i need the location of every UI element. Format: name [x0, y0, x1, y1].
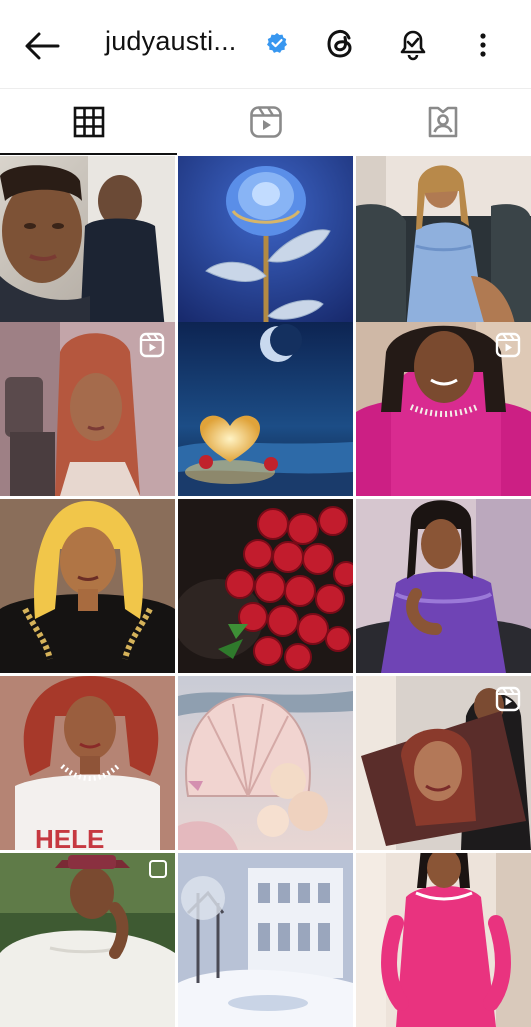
profile-tabs	[0, 88, 531, 155]
more-options-icon[interactable]	[474, 28, 492, 62]
back-arrow-icon[interactable]	[22, 28, 62, 64]
notification-bell-icon[interactable]	[396, 26, 430, 62]
post-thumbnail-woman-pink-top[interactable]	[356, 322, 531, 496]
reel-indicator-icon	[139, 332, 165, 358]
post-thumbnail-red-roses[interactable]	[178, 499, 353, 673]
tab-posts[interactable]	[0, 89, 177, 155]
post-thumbnail-woman-purple-dress[interactable]	[356, 499, 531, 673]
post-thumbnail-woman-red-hair[interactable]: HELE	[0, 676, 175, 850]
posts-grid: HELE	[0, 156, 531, 1027]
post-thumbnail-pink-seashells[interactable]	[178, 676, 353, 850]
post-thumbnail-winter-palace[interactable]	[178, 853, 353, 1027]
reel-indicator-icon	[495, 686, 521, 712]
post-thumbnail-man-white-outfit[interactable]	[0, 853, 175, 1027]
svg-text:HELE: HELE	[35, 824, 104, 850]
post-thumbnail-selfie[interactable]	[0, 156, 175, 330]
post-thumbnail-woman-pink-dress[interactable]	[356, 853, 531, 1027]
post-thumbnail-woman-with-portrait[interactable]	[356, 676, 531, 850]
post-thumbnail-blonde-woman-black-dress[interactable]	[0, 499, 175, 673]
post-thumbnail-woman-in-car[interactable]	[0, 322, 175, 496]
post-thumbnail-glowing-heart-beach[interactable]	[178, 322, 353, 496]
post-thumbnail-woman-on-sofa[interactable]	[356, 156, 531, 330]
grid-icon	[73, 106, 104, 138]
profile-username: judyausti...	[105, 26, 237, 56]
post-thumbnail-blue-rose[interactable]	[178, 156, 353, 330]
tagged-person-icon	[428, 106, 457, 138]
reels-icon	[249, 106, 282, 138]
verified-badge-icon	[266, 32, 288, 54]
tab-reels[interactable]	[177, 89, 354, 155]
threads-icon[interactable]	[324, 26, 358, 62]
profile-header: judyausti...	[0, 0, 531, 88]
tab-tagged[interactable]	[354, 89, 531, 155]
reel-indicator-icon	[495, 332, 521, 358]
